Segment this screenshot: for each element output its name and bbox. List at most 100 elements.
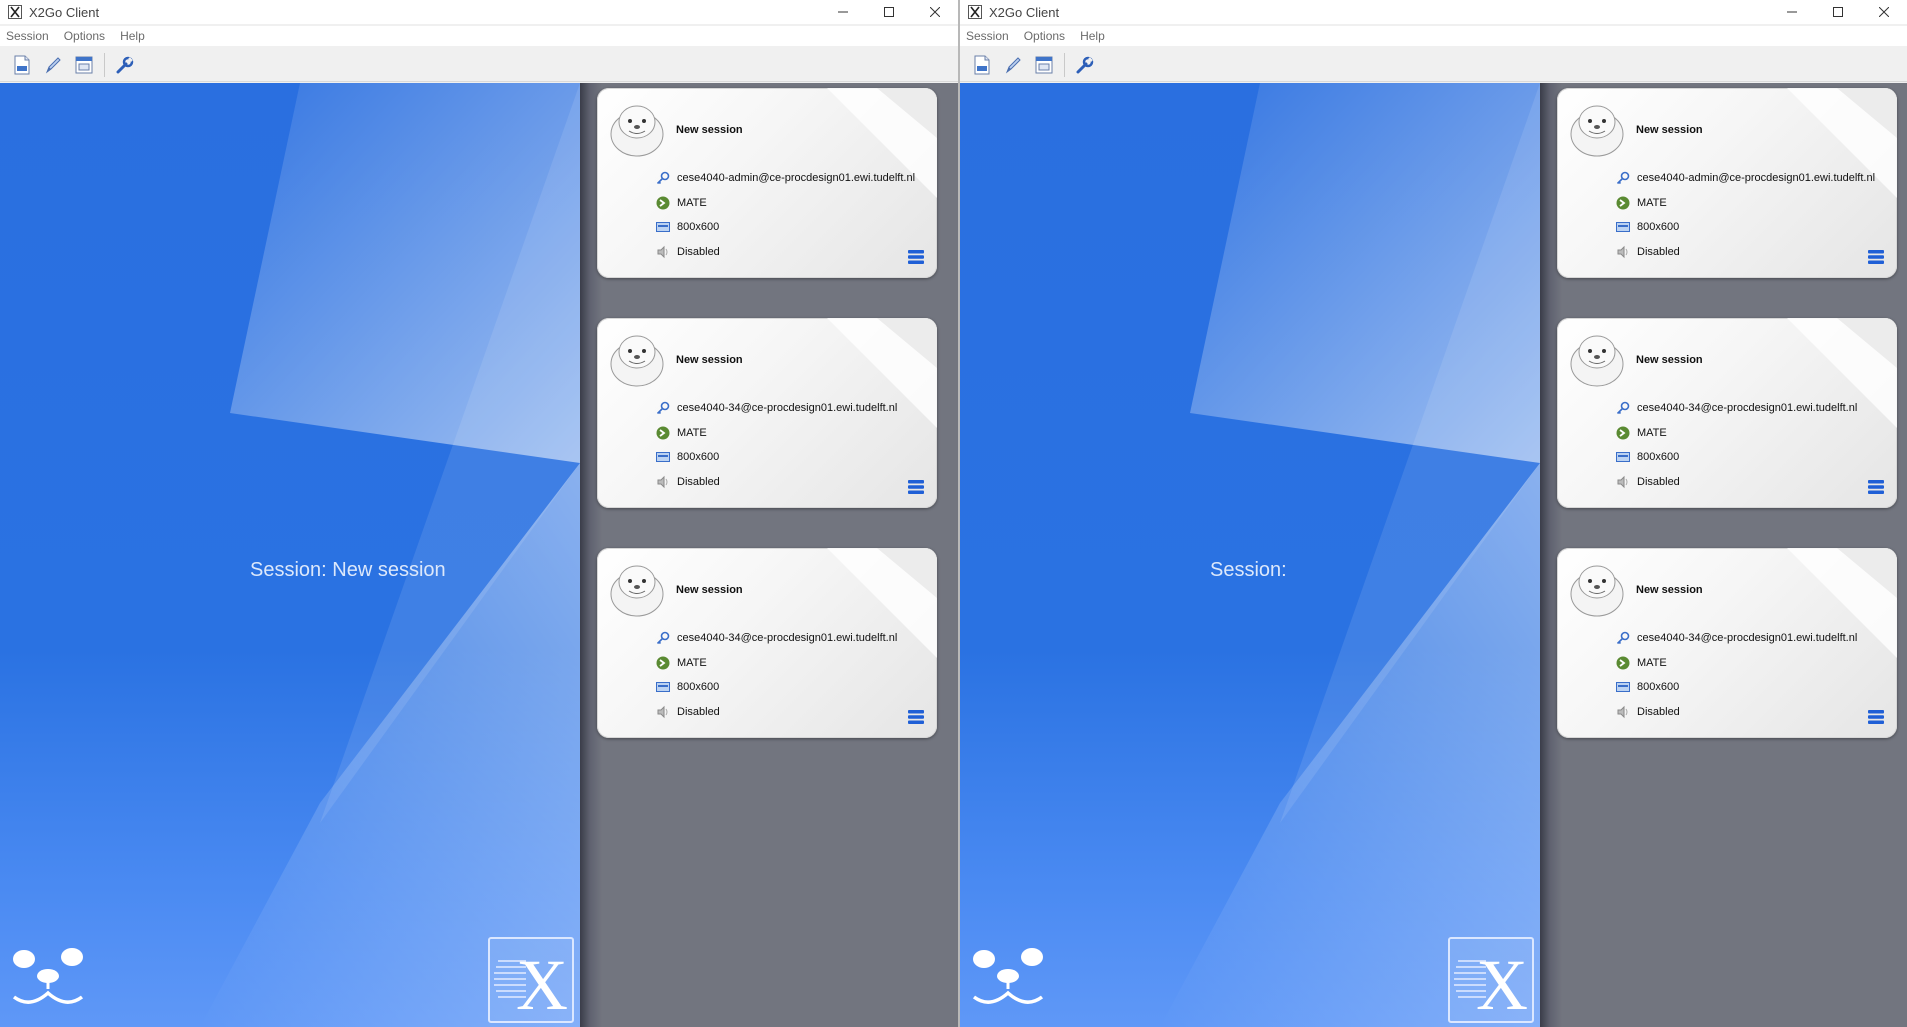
- session-card[interactable]: New session cese4040-34@ce-procdesign01.…: [1557, 318, 1897, 508]
- close-button[interactable]: [912, 0, 958, 24]
- session-sound-row: Disabled: [655, 474, 720, 490]
- session-management-icon: [1035, 56, 1053, 73]
- session-menu-icon[interactable]: [1867, 479, 1885, 495]
- session-card[interactable]: New session cese4040-admin@ce-procdesign…: [597, 88, 937, 278]
- close-icon: [930, 7, 940, 17]
- session-card[interactable]: New session cese4040-admin@ce-procdesign…: [1557, 88, 1897, 278]
- display-resolution-icon: [655, 679, 671, 695]
- session-management-button[interactable]: [1030, 51, 1058, 79]
- toolbar: [960, 48, 1907, 82]
- seal-avatar-icon: [610, 565, 664, 617]
- minimize-button[interactable]: [820, 0, 866, 24]
- session-desktop: MATE: [677, 197, 707, 209]
- sound-icon: [1615, 244, 1631, 260]
- session-label: Session:: [1210, 559, 1287, 581]
- edit-session-icon: [1005, 56, 1021, 73]
- session-host: cese4040-admin@ce-procdesign01.ewi.tudel…: [677, 172, 916, 184]
- session-card[interactable]: New session cese4040-34@ce-procdesign01.…: [597, 548, 937, 738]
- x2go-app-icon: [7, 4, 23, 20]
- key-icon: [655, 170, 671, 186]
- session-menu-icon[interactable]: [907, 709, 925, 725]
- x2go-seal-logo: [972, 948, 1044, 1004]
- session-list-panel[interactable]: New session cese4040-admin@ce-procdesign…: [1540, 83, 1907, 1027]
- minimize-icon: [1787, 11, 1797, 13]
- toolbar-separator: [1064, 52, 1065, 77]
- session-sound-row: Disabled: [1615, 474, 1680, 490]
- session-name: New session: [676, 354, 743, 366]
- seal-avatar-icon: [610, 105, 664, 157]
- maximize-button[interactable]: [866, 0, 912, 24]
- session-resolution: 800x600: [1637, 221, 1680, 233]
- session-host-row: cese4040-34@ce-procdesign01.ewi.tudelft.…: [1615, 630, 1857, 646]
- close-icon: [1879, 7, 1889, 17]
- menu-help[interactable]: Help: [1074, 29, 1111, 43]
- title-bar[interactable]: X2Go Client: [960, 0, 1907, 24]
- session-menu-icon[interactable]: [1867, 249, 1885, 265]
- edit-session-button[interactable]: [39, 51, 67, 79]
- session-menu-icon[interactable]: [907, 479, 925, 495]
- settings-button[interactable]: [111, 51, 139, 79]
- menu-options[interactable]: Options: [58, 29, 111, 43]
- window-title: X2Go Client: [29, 4, 100, 20]
- minimize-icon: [838, 11, 848, 13]
- menu-session[interactable]: Session: [0, 29, 55, 43]
- session-card[interactable]: New session cese4040-34@ce-procdesign01.…: [1557, 548, 1897, 738]
- menu-help[interactable]: Help: [114, 29, 151, 43]
- banner-decoration: [1160, 83, 1540, 1027]
- x2go-window-right: X2Go Client Session Options Help Session…: [960, 0, 1907, 1027]
- edit-session-icon: [45, 56, 61, 73]
- menu-session[interactable]: Session: [960, 29, 1015, 43]
- key-icon: [1615, 170, 1631, 186]
- new-session-button[interactable]: [968, 51, 996, 79]
- mate-desktop-icon: [1615, 425, 1631, 441]
- toolbar: [0, 48, 958, 82]
- session-resolution-row: 800x600: [1615, 449, 1679, 465]
- new-session-button[interactable]: [8, 51, 36, 79]
- menu-bar: Session Options Help: [0, 26, 958, 46]
- banner-decoration: [200, 83, 580, 1027]
- maximize-icon: [1833, 7, 1843, 17]
- session-resolution-row: 800x600: [1615, 679, 1679, 695]
- session-desktop: MATE: [1637, 197, 1667, 209]
- session-resolution-row: 800x600: [655, 679, 719, 695]
- session-resolution: 800x600: [677, 221, 720, 233]
- new-session-icon: [14, 55, 30, 74]
- settings-wrench-icon: [1076, 56, 1094, 73]
- session-list-panel[interactable]: New session cese4040-admin@ce-procdesign…: [580, 83, 958, 1027]
- session-resolution-row: 800x600: [1615, 219, 1679, 235]
- x2go-seal-logo: [12, 948, 84, 1004]
- title-bar[interactable]: X2Go Client: [0, 0, 958, 24]
- key-icon: [1615, 400, 1631, 416]
- session-desktop: MATE: [1637, 427, 1667, 439]
- session-host-row: cese4040-34@ce-procdesign01.ewi.tudelft.…: [655, 400, 897, 416]
- settings-button[interactable]: [1071, 51, 1099, 79]
- key-icon: [655, 630, 671, 646]
- session-desktop-row: MATE: [1615, 425, 1667, 441]
- session-sound-row: Disabled: [1615, 704, 1680, 720]
- main-content: Session: X New session cese4040-admin@ce…: [960, 83, 1907, 1027]
- mate-desktop-icon: [1615, 655, 1631, 671]
- minimize-button[interactable]: [1769, 0, 1815, 24]
- display-resolution-icon: [655, 219, 671, 235]
- session-resolution-row: 800x600: [655, 219, 719, 235]
- x2go-window-left: X2Go Client Session Options Help Session…: [0, 0, 958, 1027]
- session-desktop-row: MATE: [1615, 195, 1667, 211]
- session-menu-icon[interactable]: [1867, 709, 1885, 725]
- session-name: New session: [1636, 584, 1703, 596]
- edit-session-button[interactable]: [999, 51, 1027, 79]
- session-resolution: 800x600: [1637, 681, 1680, 693]
- menu-options[interactable]: Options: [1018, 29, 1071, 43]
- session-management-button[interactable]: [70, 51, 98, 79]
- session-banner: Session: X: [960, 83, 1540, 1027]
- close-button[interactable]: [1861, 0, 1907, 24]
- session-name: New session: [1636, 124, 1703, 136]
- session-host: cese4040-34@ce-procdesign01.ewi.tudelft.…: [677, 402, 898, 414]
- session-resolution: 800x600: [1637, 451, 1680, 463]
- session-card[interactable]: New session cese4040-34@ce-procdesign01.…: [597, 318, 937, 508]
- mate-desktop-icon: [655, 425, 671, 441]
- x2go-x-logo: X: [488, 937, 574, 1025]
- display-resolution-icon: [1615, 219, 1631, 235]
- session-sound-row: Disabled: [655, 704, 720, 720]
- maximize-button[interactable]: [1815, 0, 1861, 24]
- session-menu-icon[interactable]: [907, 249, 925, 265]
